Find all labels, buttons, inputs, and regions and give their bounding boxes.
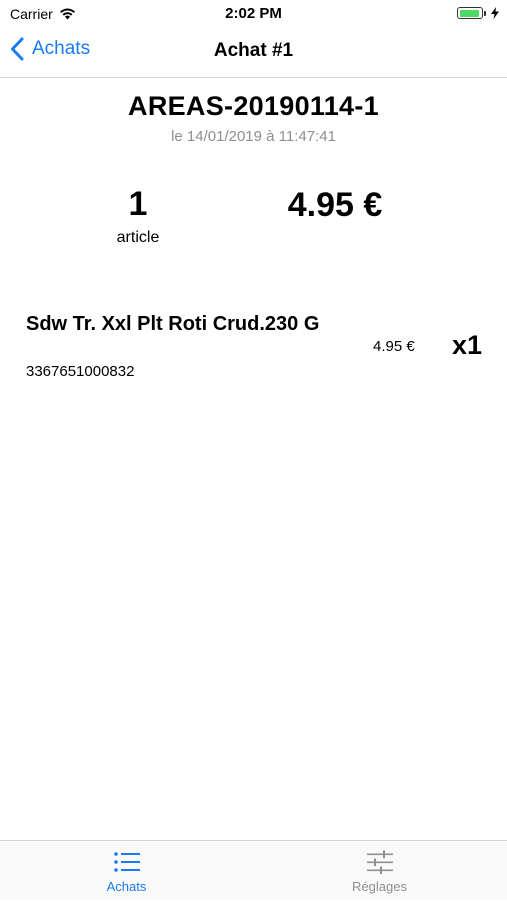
total-amount: 4.95 € [287,186,383,224]
item-quantity: x1 [452,330,483,360]
tab-reglages[interactable]: Réglages [253,841,506,901]
status-right [457,7,499,19]
item-price: 4.95 € [373,338,415,355]
item-count: 1 [128,185,148,223]
tab-bar: Achats Réglages [0,840,507,900]
list-icon [113,852,140,872]
tab-label: Réglages [352,879,407,894]
item-name: Sdw Tr. Xxl Plt Roti Crud.230 G [26,313,320,335]
item-count-label: article [116,229,160,246]
tab-label: Achats [106,879,147,894]
charging-icon [491,7,499,19]
navigation-bar: Achats Achat #1 [0,28,507,78]
status-time: 2:02 PM [225,5,282,22]
receipt-date: le 14/01/2019 à 11:47:41 [171,128,336,145]
sliders-icon [366,850,393,874]
page-title: Achat #1 [213,40,294,61]
status-bar: Carrier 2:02 PM [0,0,507,28]
item-barcode: 3367651000832 [26,363,135,380]
battery-icon [457,7,486,19]
tab-achats[interactable]: Achats [0,841,253,901]
list-item[interactable]: Sdw Tr. Xxl Plt Roti Crud.230 G 33676510… [0,308,507,388]
receipt-id: AREAS-20190114-1 [128,91,379,121]
